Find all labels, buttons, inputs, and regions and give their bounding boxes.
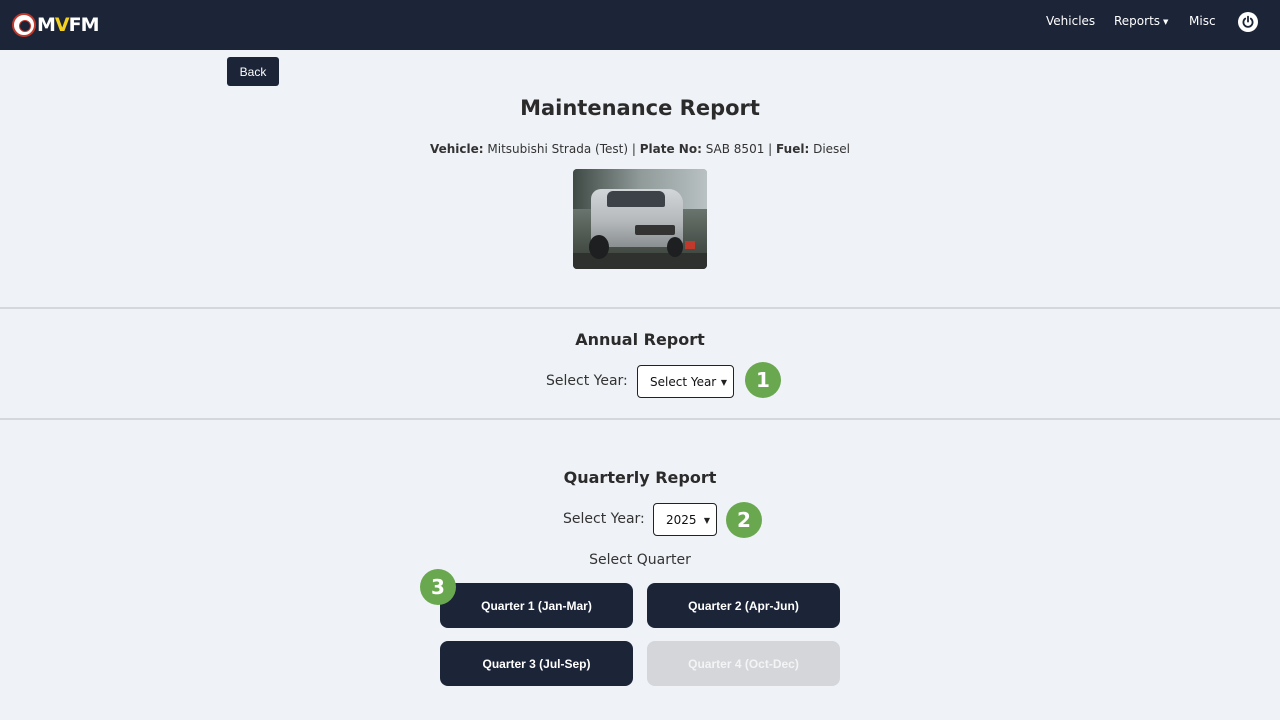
chevron-down-icon: ▼ [720, 378, 727, 387]
quarter-2-button[interactable]: Quarter 2 (Apr-Jun) [647, 583, 840, 628]
separator: | [631, 142, 636, 156]
nav-reports-label: Reports [1114, 14, 1161, 28]
step-marker-1: 1 [745, 362, 781, 398]
annual-year-select[interactable]: Select Year ▼ [637, 365, 734, 398]
quarterly-report-title: Quarterly Report [563, 468, 717, 487]
power-icon-glyph [1242, 15, 1254, 28]
step-marker-2: 2 [726, 502, 762, 538]
nav-vehicles[interactable]: Vehicles [1046, 14, 1095, 28]
divider [0, 418, 1280, 420]
vehicle-label: Vehicle: [429, 142, 484, 156]
chevron-down-icon: ▼ [703, 516, 710, 525]
annual-year-label: Select Year: [546, 373, 628, 389]
quarter-4-button-disabled: Quarter 4 (Oct-Dec) [647, 641, 840, 686]
quarterly-year-value: 2025 [666, 512, 697, 527]
quarterly-year-label: Select Year: [563, 511, 645, 527]
fuel-label: Fuel: [776, 142, 810, 156]
quarter-1-button[interactable]: Quarter 1 (Jan-Mar) [440, 583, 633, 628]
mvfm-logo[interactable]: MVFM [12, 11, 100, 39]
power-icon[interactable] [1238, 12, 1258, 32]
plate-label: Plate No: [639, 142, 702, 156]
annual-year-value: Select Year [650, 374, 717, 389]
vehicle-photo [573, 169, 707, 269]
caret-down-icon: ▼ [1163, 18, 1169, 26]
quarter-3-button[interactable]: Quarter 3 (Jul-Sep) [440, 641, 633, 686]
fuel-value: Diesel [813, 142, 851, 156]
nav-misc[interactable]: Misc [1189, 14, 1216, 28]
vehicle-info: Vehicle: Mitsubishi Strada (Test) | Plat… [0, 142, 1280, 156]
emblem-icon [12, 13, 36, 37]
nav-reports[interactable]: Reports ▼ [1114, 14, 1168, 28]
vehicle-value: Mitsubishi Strada (Test) [487, 142, 629, 156]
separator: | [768, 142, 773, 156]
step-marker-3: 3 [420, 569, 456, 605]
back-button[interactable]: Back [227, 57, 279, 86]
plate-value: SAB 8501 [705, 142, 765, 156]
annual-report-title: Annual Report [575, 330, 705, 349]
quarterly-year-select[interactable]: 2025 ▼ [653, 503, 717, 536]
select-quarter-label: Select Quarter [589, 552, 691, 568]
logo-text: MVFM [37, 14, 100, 36]
divider [0, 307, 1280, 309]
page-title: Maintenance Report [520, 96, 760, 120]
top-navbar: MVFM Vehicles Reports ▼ Misc [0, 0, 1280, 50]
